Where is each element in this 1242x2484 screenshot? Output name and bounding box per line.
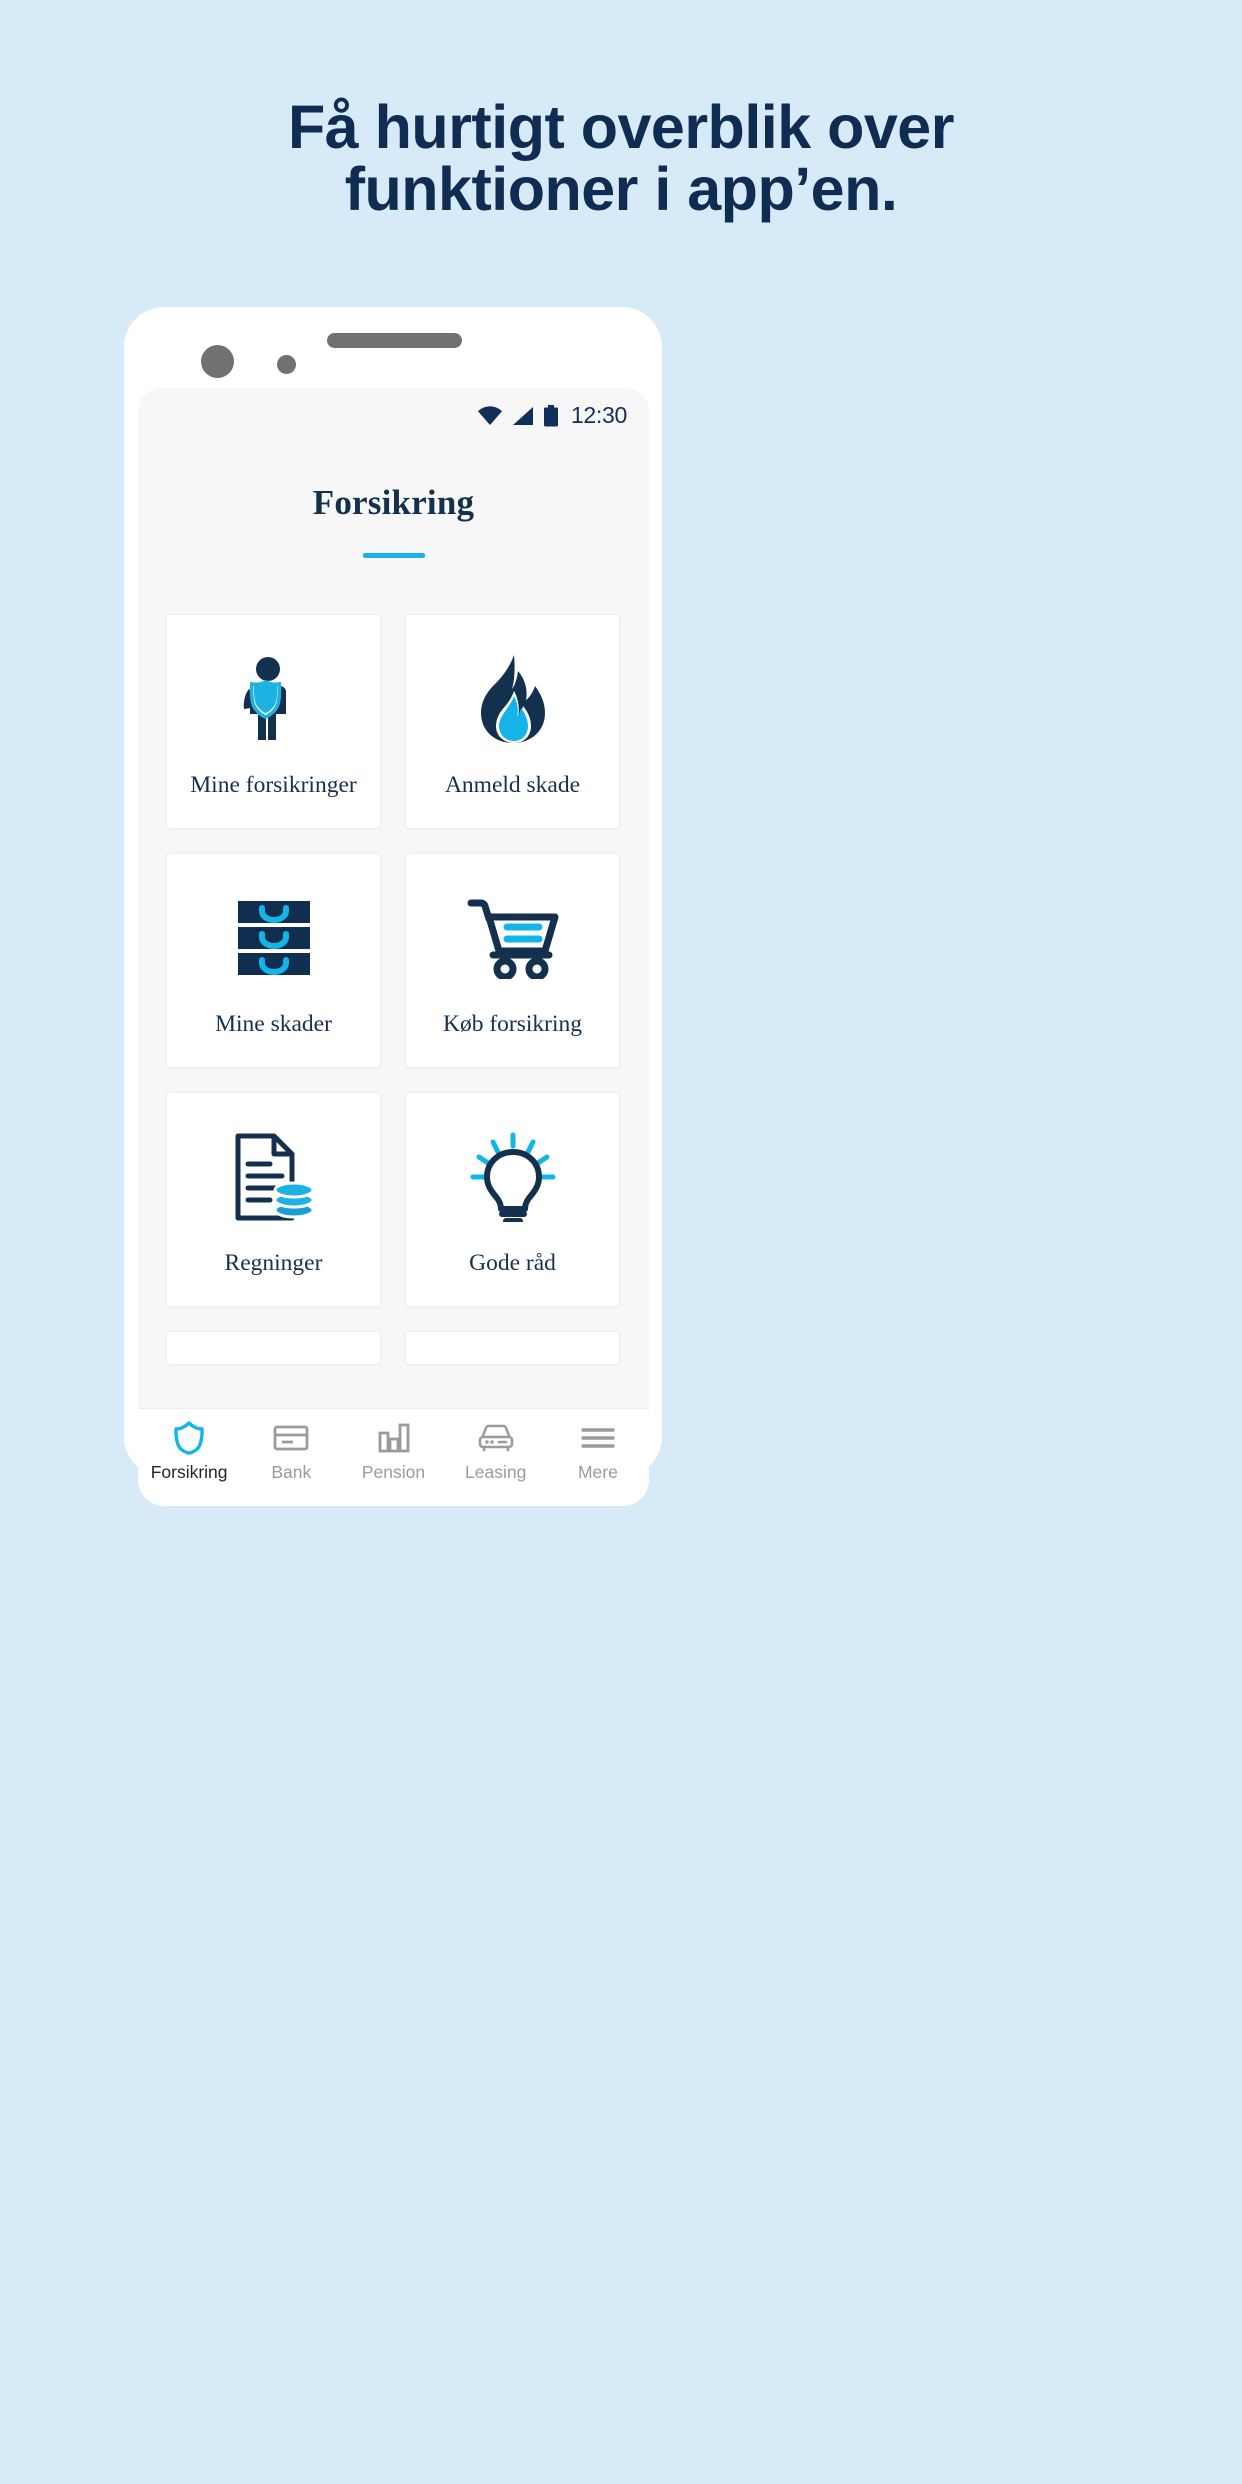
card-partial-left[interactable] xyxy=(166,1331,381,1365)
app-screen-title: Forsikring xyxy=(312,483,475,522)
nav-label: Forsikring xyxy=(150,1462,228,1482)
card-label: Mine forsikringer xyxy=(190,771,357,798)
nav-item-mere[interactable]: Mere xyxy=(547,1421,649,1483)
cellular-signal-icon xyxy=(512,406,533,425)
person-shield-icon xyxy=(232,651,316,747)
bar-chart-icon xyxy=(378,1421,410,1455)
nav-label: Pension xyxy=(361,1462,426,1482)
wifi-icon xyxy=(477,405,502,425)
card-label: Regninger xyxy=(224,1249,323,1276)
status-bar-time: 12:30 xyxy=(570,402,627,428)
earpiece-speaker-icon xyxy=(327,333,462,348)
status-bar: 12:30 xyxy=(477,402,627,429)
document-coins-icon xyxy=(230,1129,318,1225)
nav-label: Mere xyxy=(577,1462,618,1482)
card-mine-forsikringer[interactable]: Mine forsikringer xyxy=(166,614,381,829)
sensor-dot-icon xyxy=(277,355,296,374)
card-regninger[interactable]: Regninger xyxy=(166,1092,381,1307)
card-partial-right[interactable] xyxy=(405,1331,620,1365)
nav-label: Bank xyxy=(271,1462,312,1482)
phone-screen: 12:30 Forsikring Mine forsikringer Anmel… xyxy=(138,388,649,1408)
hamburger-menu-icon xyxy=(581,1421,615,1455)
lightbulb-icon xyxy=(467,1129,559,1225)
card-label: Gode råd xyxy=(469,1249,556,1276)
nav-item-leasing[interactable]: Leasing xyxy=(445,1421,547,1483)
card-anmeld-skade[interactable]: Anmeld skade xyxy=(405,614,620,829)
nav-item-forsikring[interactable]: Forsikring xyxy=(138,1421,240,1483)
nav-item-bank[interactable]: Bank xyxy=(240,1421,342,1483)
car-icon xyxy=(477,1421,515,1455)
page-title-line-1: Få hurtigt overblik over xyxy=(288,93,954,161)
flame-icon xyxy=(473,651,553,747)
card-label: Anmeld skade xyxy=(444,771,581,798)
card-mine-skader[interactable]: Mine skader xyxy=(166,853,381,1068)
card-koeb-forsikring[interactable]: Køb forsikring xyxy=(405,853,620,1068)
nav-item-pension[interactable]: Pension xyxy=(342,1421,444,1483)
page-title-line-2: funktioner i app’en. xyxy=(344,155,898,224)
card-label: Køb forsikring xyxy=(442,1010,583,1037)
card-label: Mine skader xyxy=(215,1010,332,1037)
battery-icon xyxy=(543,404,558,426)
feature-card-grid: Mine forsikringer Anmeld skade Mine skad… xyxy=(166,614,621,1365)
page-title: Få hurtigt overblik over funktioner i ap… xyxy=(0,93,1242,224)
camera-lens-icon xyxy=(201,345,234,378)
credit-card-icon xyxy=(273,1421,309,1455)
card-gode-raad[interactable]: Gode råd xyxy=(405,1092,620,1307)
title-underline-accent xyxy=(362,553,425,558)
nav-label: Leasing xyxy=(465,1462,527,1482)
file-cabinet-icon xyxy=(232,890,316,986)
shield-icon xyxy=(174,1421,204,1455)
shopping-cart-icon xyxy=(467,890,559,986)
bottom-navigation-bar: Forsikring Bank Pension Leasing Mere xyxy=(138,1408,649,1506)
